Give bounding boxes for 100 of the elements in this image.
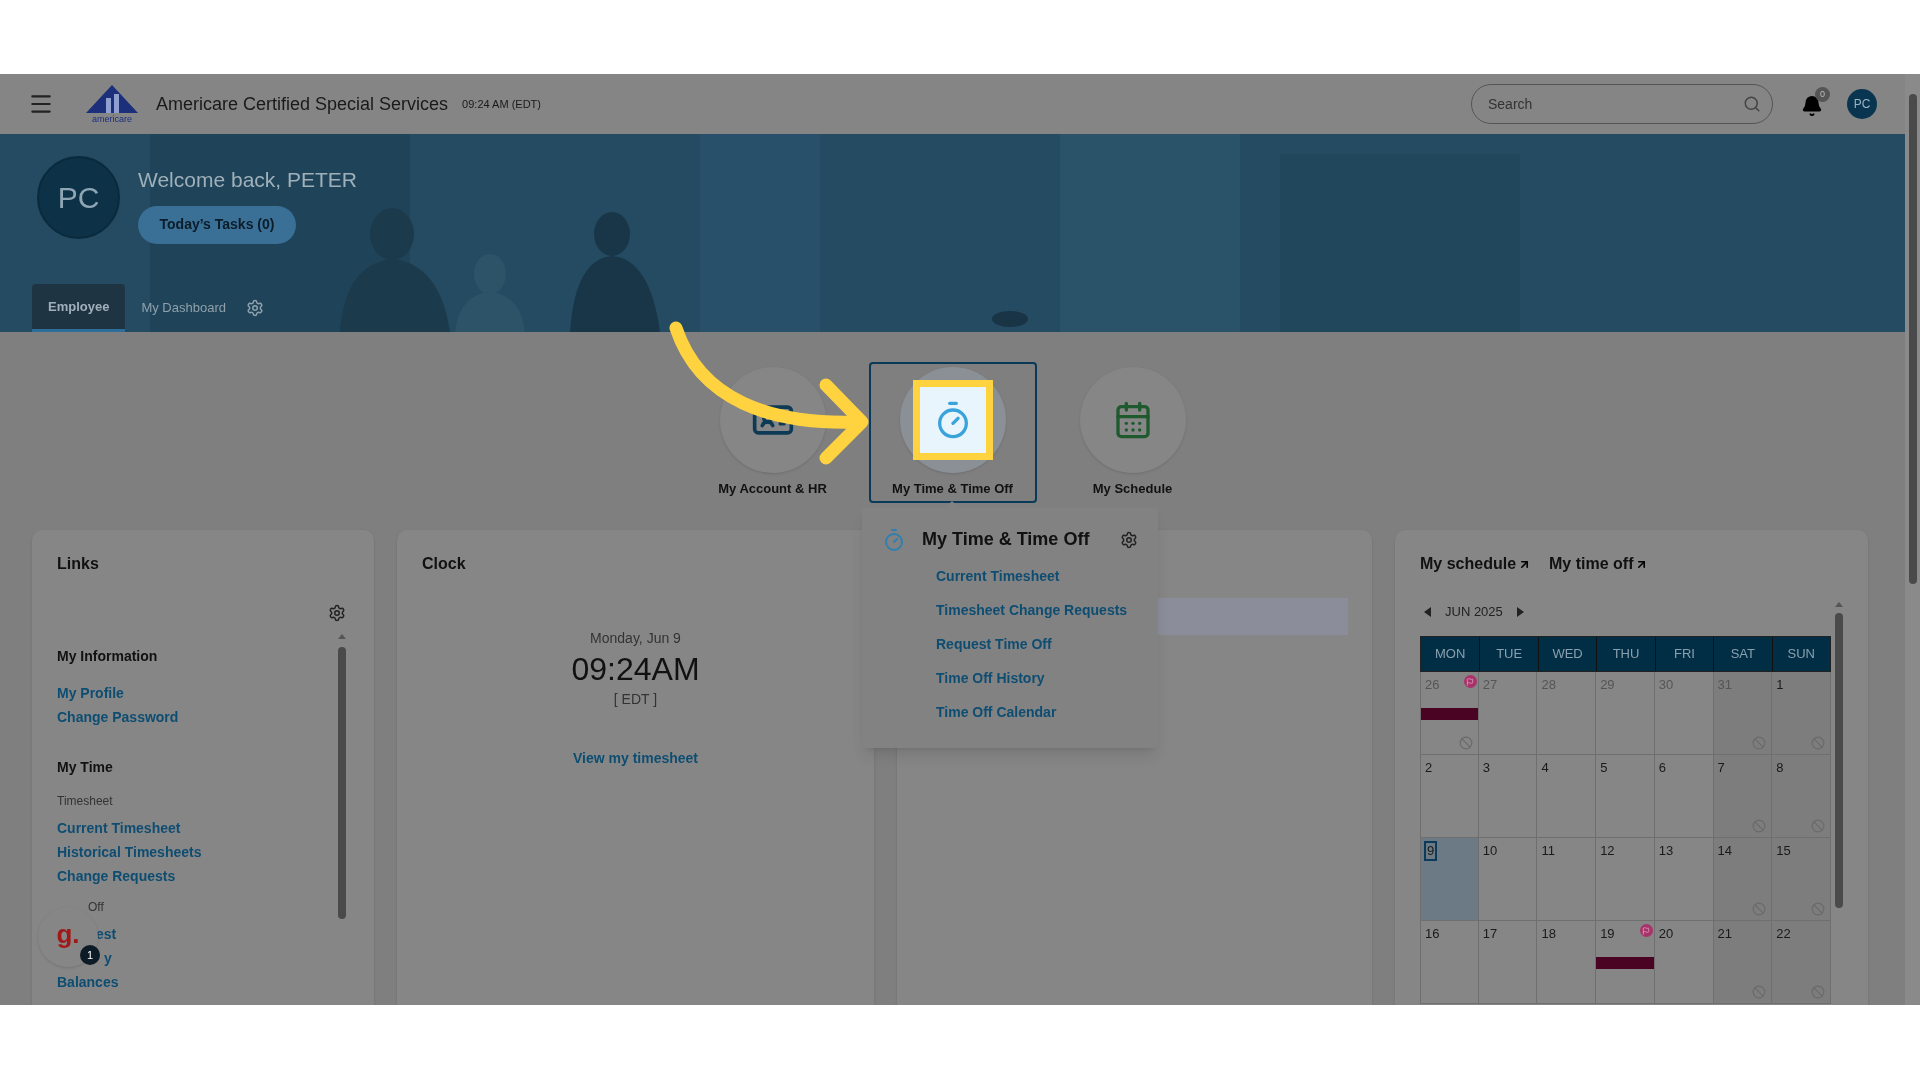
card-title-link[interactable]: My time off: [1549, 552, 1634, 576]
previous-month-icon[interactable]: [1424, 607, 1431, 617]
weekday-header: WED: [1537, 637, 1597, 671]
menu-link[interactable]: Time Off Calendar: [936, 695, 1057, 729]
menu-link[interactable]: Request Time Off: [936, 627, 1052, 661]
link[interactable]: est: [96, 922, 117, 946]
day-cell[interactable]: 14: [1713, 838, 1773, 921]
company-title: Americare Certified Special Services: [156, 92, 449, 116]
card-title-link[interactable]: My schedule: [1420, 552, 1517, 576]
day-cell[interactable]: 16: [1420, 921, 1479, 1004]
settings-icon[interactable]: [1120, 530, 1138, 549]
link[interactable]: Balances: [57, 970, 119, 994]
weekday-header: MON: [1421, 637, 1480, 671]
day-cell[interactable]: 21: [1713, 921, 1773, 1004]
next-month-icon[interactable]: [1516, 607, 1524, 617]
tab[interactable]: My Dashboard: [125, 284, 242, 332]
day-number: 3: [1481, 759, 1491, 777]
timezone-text: [ EDT ]: [613, 690, 658, 709]
date-text: Monday, Jun 9: [590, 629, 681, 648]
day-cell[interactable]: 17: [1478, 921, 1538, 1004]
menu-link[interactable]: Current Timesheet: [936, 559, 1060, 593]
logo-icon: [84, 84, 140, 114]
day-number: 14: [1716, 842, 1734, 860]
weekday-header: FRI: [1654, 637, 1714, 671]
day-cell[interactable]: 13: [1654, 838, 1714, 921]
welcome-heading: Welcome back, PETER: [138, 167, 357, 193]
scrollbar-thumb[interactable]: [337, 647, 346, 919]
card-title: Clock: [422, 554, 466, 574]
tile-button[interactable]: My Schedule: [1048, 362, 1217, 503]
view-timesheet-link[interactable]: View my timesheet: [573, 748, 698, 769]
tab[interactable]: Employee: [32, 284, 126, 332]
day-cell[interactable]: 4: [1537, 755, 1597, 838]
day-number: 20: [1657, 925, 1675, 943]
weekday-header: SUN: [1771, 637, 1830, 671]
day-cell[interactable]: 12: [1596, 838, 1655, 921]
day-number: 4: [1540, 759, 1550, 777]
day-cell[interactable]: 19: [1596, 921, 1655, 1004]
day-number: 11: [1540, 842, 1556, 860]
day-number: 1: [1775, 676, 1785, 694]
weekday-header: THU: [1596, 637, 1655, 671]
menu-link[interactable]: Timesheet Change Requests: [936, 593, 1128, 627]
day-cell[interactable]: 18: [1537, 921, 1597, 1004]
link[interactable]: Change Password: [57, 705, 179, 729]
day-number: 15: [1775, 842, 1792, 860]
search-icon[interactable]: [1743, 95, 1761, 113]
link[interactable]: Historical Timesheets: [57, 840, 202, 864]
day-number: 10: [1481, 842, 1499, 860]
settings-icon[interactable]: [328, 604, 346, 622]
day-cell[interactable]: 15: [1772, 838, 1831, 921]
search-field[interactable]: Search: [1471, 84, 1773, 124]
tile-button[interactable]: My Time & Time Off: [868, 362, 1037, 503]
day-number: 17: [1481, 925, 1499, 943]
bell-icon[interactable]: [1801, 95, 1823, 117]
day-cell[interactable]: 2: [1420, 755, 1479, 838]
group-label: Timesheet: [57, 793, 113, 810]
stopwatch-icon: [882, 527, 906, 552]
widget-badge: 1: [80, 945, 100, 965]
scroll-up-icon[interactable]: [1834, 602, 1843, 607]
weekday-header: TUE: [1479, 637, 1538, 671]
day-cell[interactable]: 7: [1713, 755, 1773, 838]
day-cell[interactable]: 9: [1420, 838, 1479, 921]
logo-text: americare: [92, 114, 132, 124]
link[interactable]: y: [104, 946, 112, 970]
widget-logo: g.: [56, 921, 80, 947]
day-number: 8: [1775, 759, 1785, 777]
section-heading: My Time: [57, 758, 114, 777]
link[interactable]: My Profile: [57, 681, 124, 705]
weekday-header: SAT: [1713, 637, 1772, 671]
link[interactable]: Change Requests: [57, 864, 176, 888]
day-number: 6: [1657, 759, 1668, 777]
day-number: 18: [1540, 925, 1557, 943]
day-number: 16: [1424, 925, 1441, 943]
day-cell[interactable]: 22: [1772, 921, 1831, 1004]
settings-icon[interactable]: [245, 299, 264, 317]
menu-title: My Time & Time Off: [922, 528, 1090, 551]
page-scrollbar[interactable]: [1905, 74, 1920, 1005]
day-cell[interactable]: 11: [1537, 838, 1597, 921]
day-cell[interactable]: 20: [1654, 921, 1714, 1004]
day-number: 9: [1424, 841, 1438, 861]
scroll-up-icon[interactable]: [337, 634, 346, 639]
todays-tasks-button[interactable]: Today’s Tasks (0): [138, 205, 296, 244]
day-number: 7: [1716, 759, 1726, 777]
day-number: 13: [1657, 842, 1675, 860]
notification-badge: 0: [1815, 87, 1830, 102]
day-number: 19: [1599, 925, 1616, 943]
day-cell[interactable]: 6: [1654, 755, 1714, 838]
day-cell[interactable]: 8: [1772, 755, 1831, 838]
day-cell[interactable]: 3: [1478, 755, 1538, 838]
link[interactable]: Current Timesheet: [57, 816, 181, 840]
card-title: Links: [57, 554, 100, 574]
menu-link[interactable]: Time Off History: [936, 661, 1045, 695]
day-cell[interactable]: 1: [1772, 672, 1831, 755]
day-cell[interactable]: 10: [1478, 838, 1538, 921]
day-cell[interactable]: 5: [1596, 755, 1655, 838]
time-text: 09:24 AM (EDT): [462, 96, 541, 112]
clock-time: 09:24AM: [571, 650, 700, 689]
day-number: 21: [1716, 925, 1734, 943]
scrollbar-thumb[interactable]: [1834, 613, 1843, 908]
user-avatar[interactable]: PC: [1847, 89, 1877, 119]
day-number: 22: [1775, 925, 1792, 943]
